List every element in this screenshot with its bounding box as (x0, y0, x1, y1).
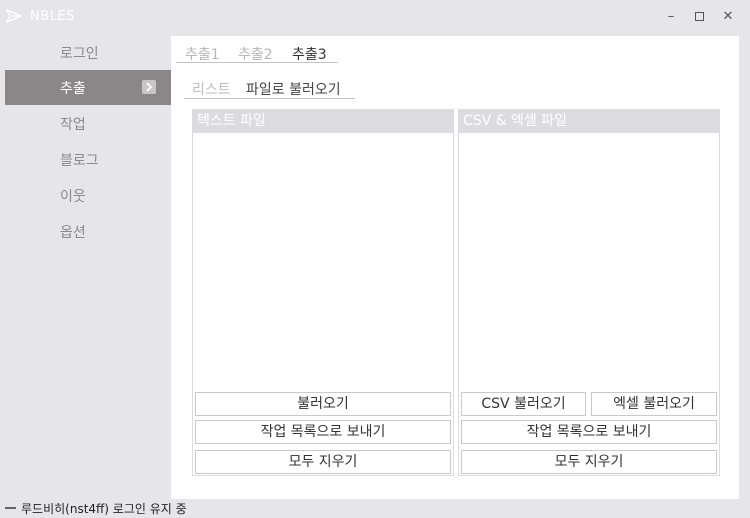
csv-load-button[interactable]: CSV 불러오기 (461, 392, 586, 416)
load-button[interactable]: 불러오기 (195, 392, 451, 416)
title-bar: NBLES – ✕ (0, 0, 750, 34)
tab-extract-3[interactable]: 추출3 (292, 44, 327, 64)
sidebar-item-extract[interactable]: 추출 (5, 70, 171, 105)
app-title: NBLES (30, 9, 75, 24)
text-file-section: 텍스트 파일 불러오기 작업 목록으로 보내기 모두 지우기 (192, 109, 454, 476)
main-panel: 추출1 추출2 추출3 리스트 파일로 불러오기 텍스트 파일 불러오기 작업 … (171, 36, 739, 499)
tab-underline (176, 62, 338, 63)
app-logo-icon (6, 9, 22, 23)
chevron-right-icon (142, 80, 156, 94)
clear-all-button[interactable]: 모두 지우기 (461, 450, 717, 474)
close-button[interactable]: ✕ (717, 6, 739, 28)
login-status-text: 루드비히(nst4ff) 로그인 유지 중 (21, 502, 187, 516)
sidebar-item-label: 작업 (60, 117, 86, 133)
tab-extract-2[interactable]: 추출2 (238, 44, 273, 64)
sidebar-item-blog[interactable]: 블로그 (5, 142, 171, 177)
csv-excel-section: CSV & 엑셀 파일 CSV 불러오기 엑셀 불러오기 작업 목록으로 보내기… (458, 109, 720, 476)
maximize-icon (694, 12, 704, 21)
sidebar-item-login[interactable]: 로그인 (5, 35, 171, 70)
excel-load-button[interactable]: 엑셀 불러오기 (591, 392, 717, 416)
subtab-underline (184, 98, 355, 99)
sidebar-item-options[interactable]: 옵션 (5, 214, 171, 249)
sidebar-item-label: 옵션 (60, 225, 86, 241)
sidebar-item-label: 이웃 (60, 189, 86, 205)
subtab-list[interactable]: 리스트 (192, 79, 231, 99)
minimize-button[interactable]: – (660, 6, 682, 28)
send-to-work-list-button[interactable]: 작업 목록으로 보내기 (461, 420, 717, 444)
sidebar-item-work[interactable]: 작업 (5, 106, 171, 141)
clear-all-button[interactable]: 모두 지우기 (195, 450, 451, 474)
close-icon: ✕ (722, 9, 734, 24)
csv-excel-header: CSV & 엑셀 파일 (459, 110, 719, 133)
sidebar-item-neighbor[interactable]: 이웃 (5, 178, 171, 213)
sidebar-item-label: 로그인 (60, 46, 99, 62)
maximize-button[interactable] (688, 6, 710, 28)
tab-extract-1[interactable]: 추출1 (185, 44, 220, 64)
status-indicator-icon (5, 507, 16, 509)
sidebar-item-label: 추출 (60, 81, 86, 97)
send-to-work-list-button[interactable]: 작업 목록으로 보내기 (195, 420, 451, 444)
text-file-header: 텍스트 파일 (193, 110, 453, 133)
sidebar-item-label: 블로그 (60, 153, 99, 169)
subtab-load-from-file[interactable]: 파일로 불러오기 (246, 79, 341, 99)
minimize-icon: – (667, 9, 675, 24)
